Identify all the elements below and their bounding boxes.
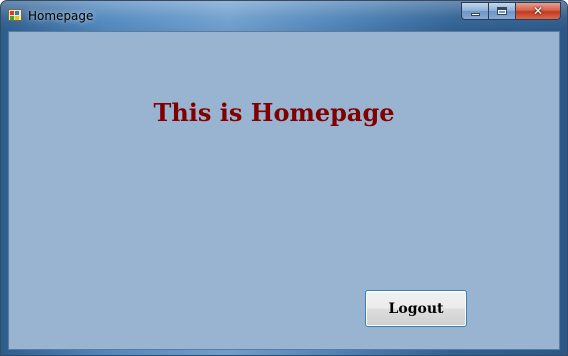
minimize-button[interactable] — [461, 2, 488, 20]
homepage-window: Homepage ✕ This is Homepage Logout — [0, 0, 568, 356]
homepage-heading: This is Homepage — [153, 98, 395, 127]
title-bar[interactable]: Homepage ✕ — [1, 1, 567, 31]
window-title: Homepage — [28, 9, 94, 23]
logout-button[interactable]: Logout — [365, 290, 467, 327]
caption-buttons: ✕ — [461, 2, 561, 21]
minimize-icon — [470, 12, 480, 16]
maximize-button[interactable] — [488, 2, 515, 20]
close-icon: ✕ — [532, 4, 544, 18]
form-app-icon[interactable] — [8, 9, 22, 21]
maximize-icon — [497, 7, 507, 15]
form-client-area: This is Homepage Logout — [8, 31, 560, 350]
close-button[interactable]: ✕ — [515, 2, 561, 20]
